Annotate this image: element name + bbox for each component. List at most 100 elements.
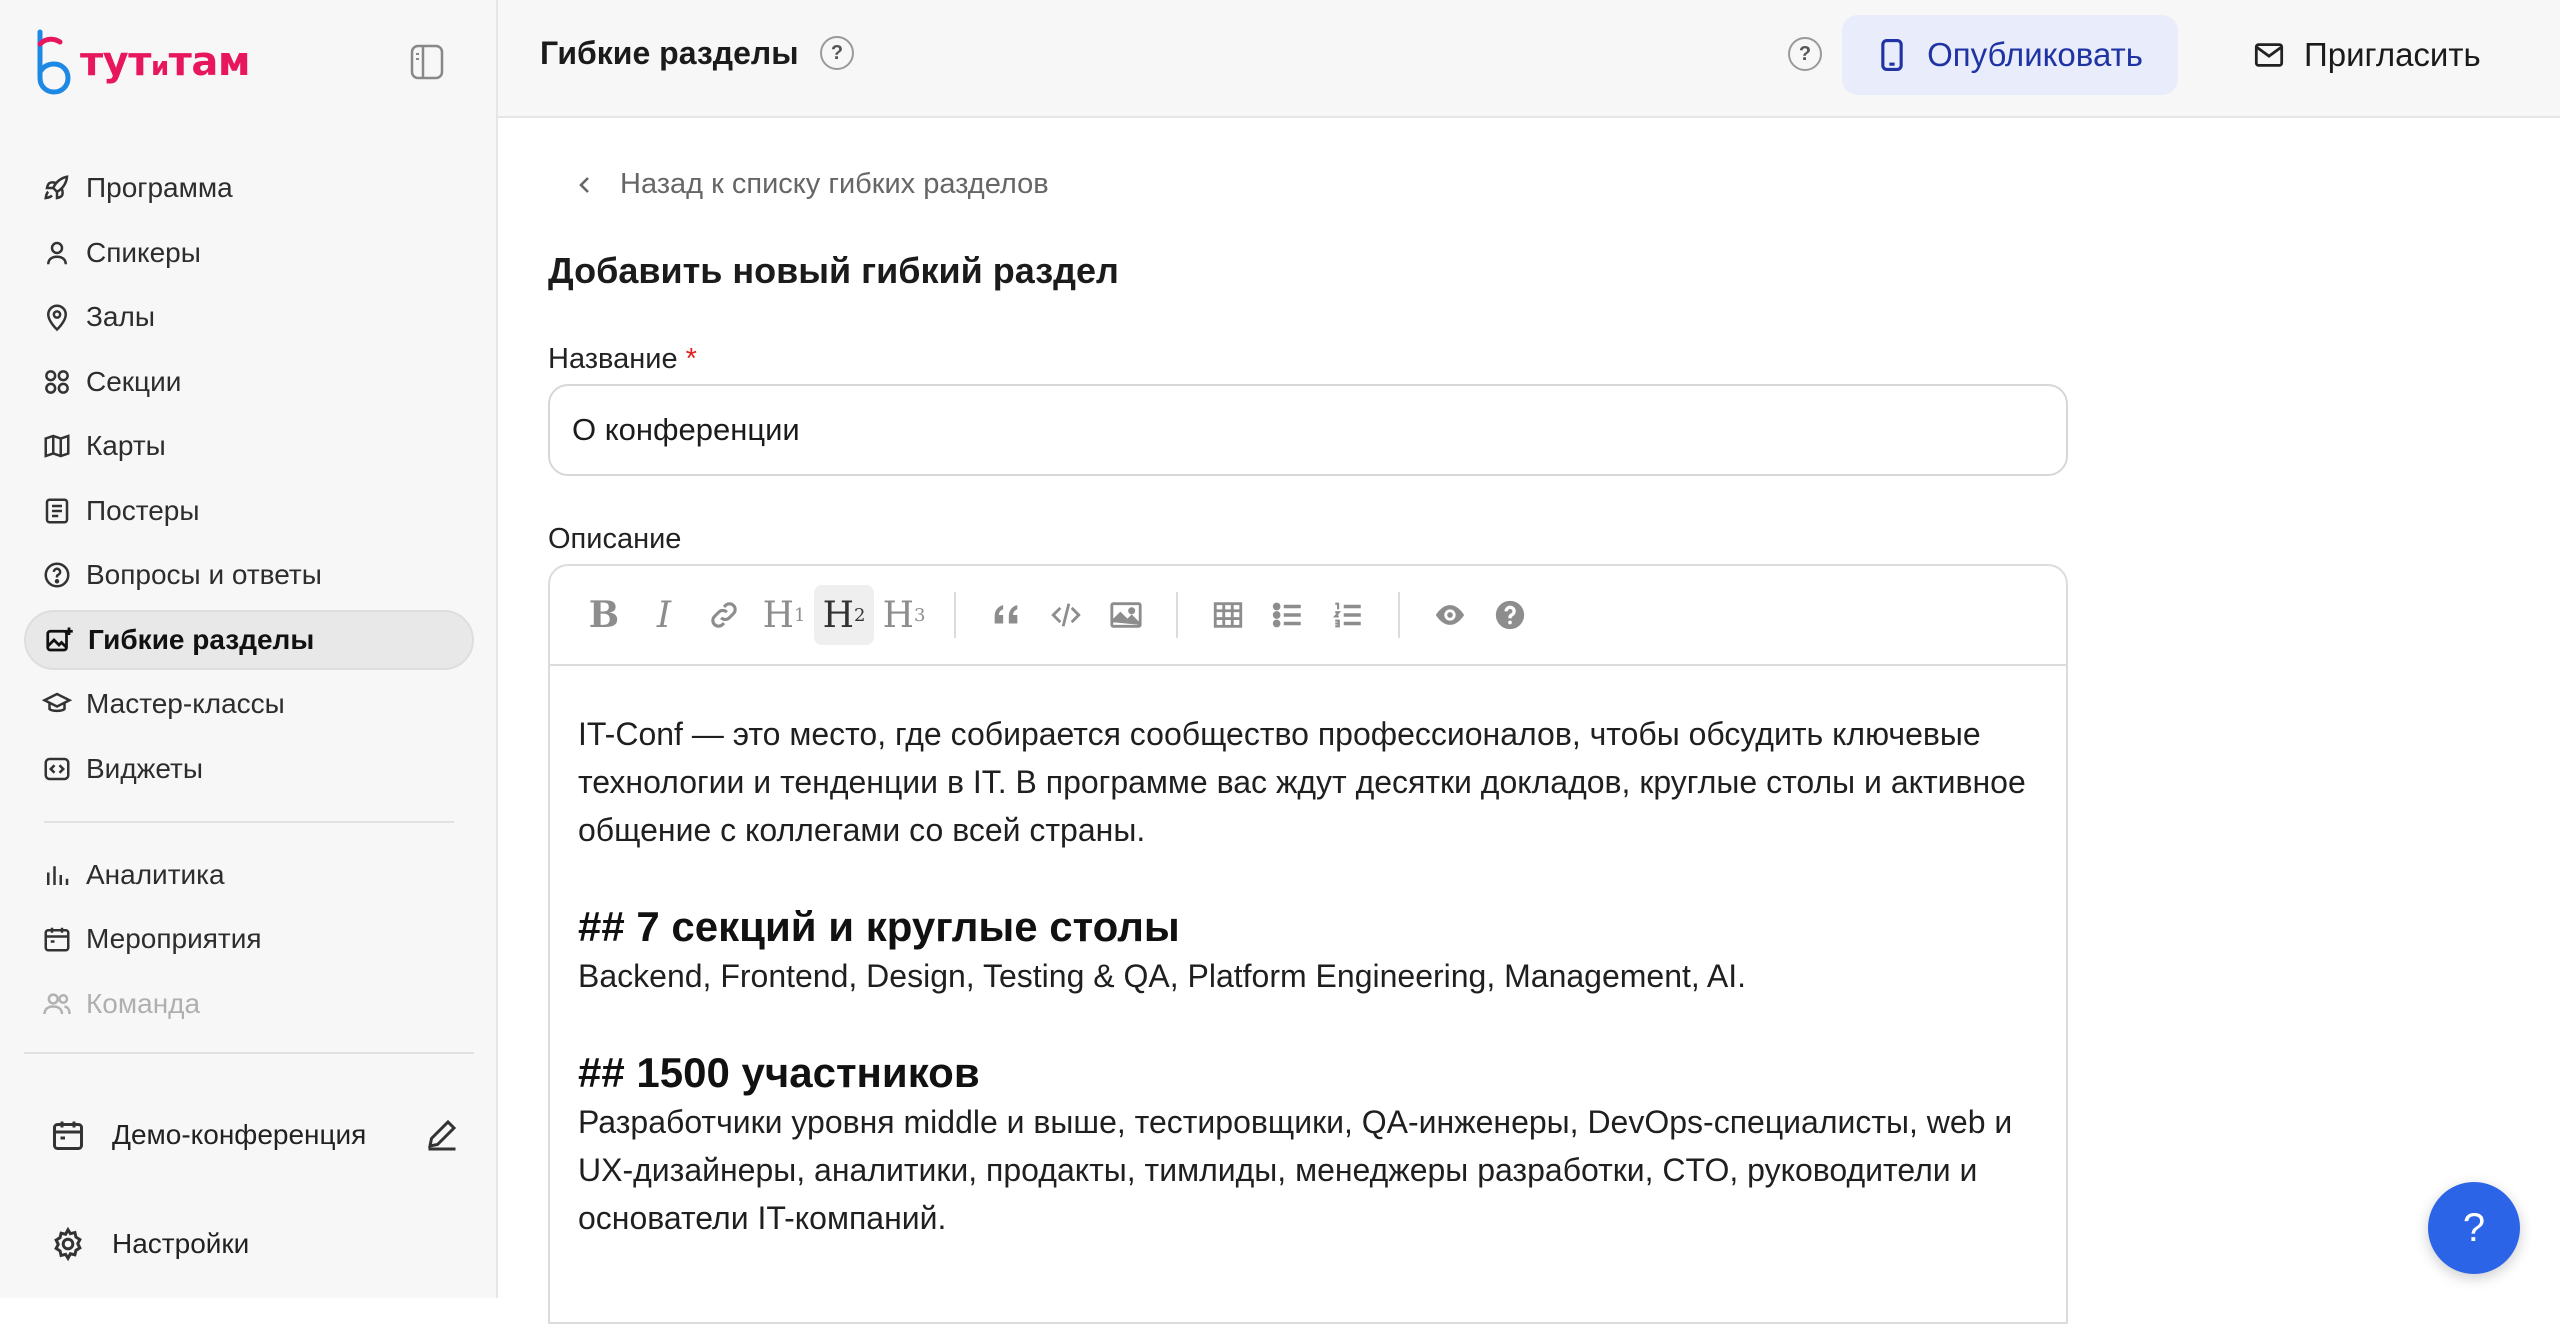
sidebar-divider: [44, 820, 454, 823]
phone-icon: [1881, 39, 1903, 71]
sidebar-item-team[interactable]: Команда: [24, 974, 474, 1034]
quote-icon: [994, 605, 1018, 624]
pencil-icon[interactable]: [424, 1116, 460, 1152]
header-help-icon[interactable]: ?: [1788, 37, 1822, 71]
editor-toolbar: B I H1 H2 H3: [550, 566, 2066, 666]
image-plus-icon: [46, 627, 73, 651]
sidebar-item-label: Постеры: [86, 494, 200, 526]
content-heading: ## 1500 участников: [578, 1049, 980, 1096]
sidebar-item-qa[interactable]: Вопросы и ответы: [24, 545, 474, 605]
required-mark: *: [685, 343, 697, 375]
name-input[interactable]: [548, 384, 2068, 476]
sidebar: тутитам Программа Спикеры Залы Секции Ка…: [0, 0, 498, 1298]
invite-button[interactable]: Пригласить: [2254, 15, 2481, 95]
content-paragraph: IT-Conf — это место, где собирается сооб…: [578, 716, 2026, 848]
sidebar-bottom-divider: [24, 1052, 474, 1054]
sidebar-item-label: Мероприятия: [86, 923, 262, 954]
mail-icon: [2254, 43, 2284, 67]
chevron-left-icon: [579, 176, 589, 193]
heading-1-button[interactable]: H1: [754, 585, 814, 645]
sidebar-item-label: Аналитика: [86, 858, 225, 890]
sidebar-item-sections[interactable]: Секции: [24, 352, 474, 412]
logo-text: тутитам: [80, 39, 251, 85]
code-button[interactable]: [1036, 585, 1096, 645]
sidebar-item-halls[interactable]: Залы: [24, 287, 474, 347]
sidebar-item-speakers[interactable]: Спикеры: [24, 223, 474, 283]
rocket-icon: [44, 175, 69, 200]
table-icon: [1213, 602, 1243, 628]
logo-mark-icon: [37, 29, 71, 95]
image-button[interactable]: [1096, 585, 1156, 645]
users-icon: [43, 992, 71, 1014]
calendar-icon: [53, 1121, 83, 1150]
guide-button[interactable]: [1480, 585, 1540, 645]
preview-button[interactable]: [1420, 585, 1480, 645]
sidebar-item-label: Спикеры: [86, 236, 201, 268]
sidebar-item-label: Секции: [86, 365, 182, 397]
toolbar-divider: [1398, 592, 1400, 638]
graduation-cap-icon: [42, 692, 72, 713]
sidebar-item-label: Команда: [86, 987, 201, 1019]
markdown-editor: B I H1 H2 H3 IT-Conf — это место, где со…: [548, 564, 2068, 1324]
sidebar-item-label: Виджеты: [86, 752, 203, 784]
sidebar-item-events[interactable]: Мероприятия: [24, 909, 474, 969]
title-help-icon[interactable]: ?: [820, 36, 854, 70]
support-chat-button[interactable]: ?: [2428, 1182, 2520, 1274]
numbered-list-button[interactable]: [1318, 585, 1378, 645]
sidebar-item-settings[interactable]: Настройки: [50, 1226, 249, 1262]
bold-button[interactable]: B: [574, 585, 634, 645]
content-paragraph: Разработчики уровня middle и выше, тести…: [578, 1104, 2013, 1236]
publish-label: Опубликовать: [1927, 36, 2143, 73]
top-header: Гибкие разделы ? ? Опубликовать Пригласи…: [498, 0, 2560, 118]
description-label: Описание: [548, 523, 682, 555]
logo[interactable]: тутитам: [34, 28, 251, 96]
poster-icon: [45, 498, 69, 523]
toolbar-divider: [1176, 592, 1178, 638]
invite-label: Пригласить: [2304, 36, 2481, 73]
section-title: Добавить новый гибкий раздел: [548, 250, 1119, 291]
toolbar-divider: [954, 592, 956, 638]
italic-button[interactable]: I: [634, 585, 694, 645]
bulleted-list-button[interactable]: [1258, 585, 1318, 645]
chart-bars-icon: [47, 865, 69, 885]
sidebar-item-label: Мастер-классы: [86, 688, 285, 719]
link-icon: [711, 602, 737, 628]
editor-content[interactable]: IT-Conf — это место, где собирается сооб…: [550, 666, 2066, 1242]
link-button[interactable]: [694, 585, 754, 645]
sidebar-item-program[interactable]: Программа: [24, 158, 474, 218]
sidebar-item-maps[interactable]: Карты: [24, 416, 474, 476]
publish-button[interactable]: Опубликовать: [1842, 15, 2178, 95]
sidebar-item-widgets[interactable]: Виджеты: [24, 739, 474, 799]
sidebar-item-label: Залы: [86, 301, 155, 332]
bulleted-list-icon: [1272, 602, 1301, 628]
user-icon: [47, 241, 67, 264]
map-pin-icon: [46, 304, 68, 332]
sidebar-item-posters[interactable]: Постеры: [24, 481, 474, 541]
sidebar-item-masterclasses[interactable]: Мастер-классы: [24, 674, 474, 734]
event-name: Демо-конференция: [112, 1119, 367, 1150]
back-link-label: Назад к списку гибких разделов: [620, 168, 1049, 200]
code-icon: [1051, 603, 1081, 627]
sidebar-item-flexible-sections[interactable]: Гибкие разделы: [24, 609, 474, 670]
question-circle-icon: [1495, 600, 1525, 630]
current-event[interactable]: Демо-конференция: [50, 1098, 460, 1172]
gear-icon: [54, 1226, 82, 1262]
question-circle-icon: [44, 562, 70, 588]
map-icon: [44, 434, 70, 458]
page-title: Гибкие разделы: [540, 35, 799, 71]
settings-label: Настройки: [112, 1228, 250, 1259]
back-link[interactable]: Назад к списку гибких разделов: [574, 168, 1049, 201]
quote-button[interactable]: [976, 585, 1036, 645]
heading-3-button[interactable]: H3: [874, 585, 934, 645]
table-button[interactable]: [1198, 585, 1258, 645]
sidebar-item-label: Вопросы и ответы: [86, 559, 322, 590]
sidebar-nav: Программа Спикеры Залы Секции Карты Пост…: [24, 158, 474, 1038]
sidebar-item-analytics[interactable]: Аналитика: [24, 845, 474, 905]
code-icon: [44, 757, 70, 780]
name-label: Название *: [548, 343, 697, 375]
numbered-list-icon: [1332, 602, 1361, 628]
image-icon: [1110, 602, 1142, 628]
sidebar-collapse-icon[interactable]: [410, 44, 444, 80]
content-paragraph: Backend, Frontend, Design, Testing & QA,…: [578, 958, 1747, 994]
heading-2-button[interactable]: H2: [814, 585, 874, 645]
